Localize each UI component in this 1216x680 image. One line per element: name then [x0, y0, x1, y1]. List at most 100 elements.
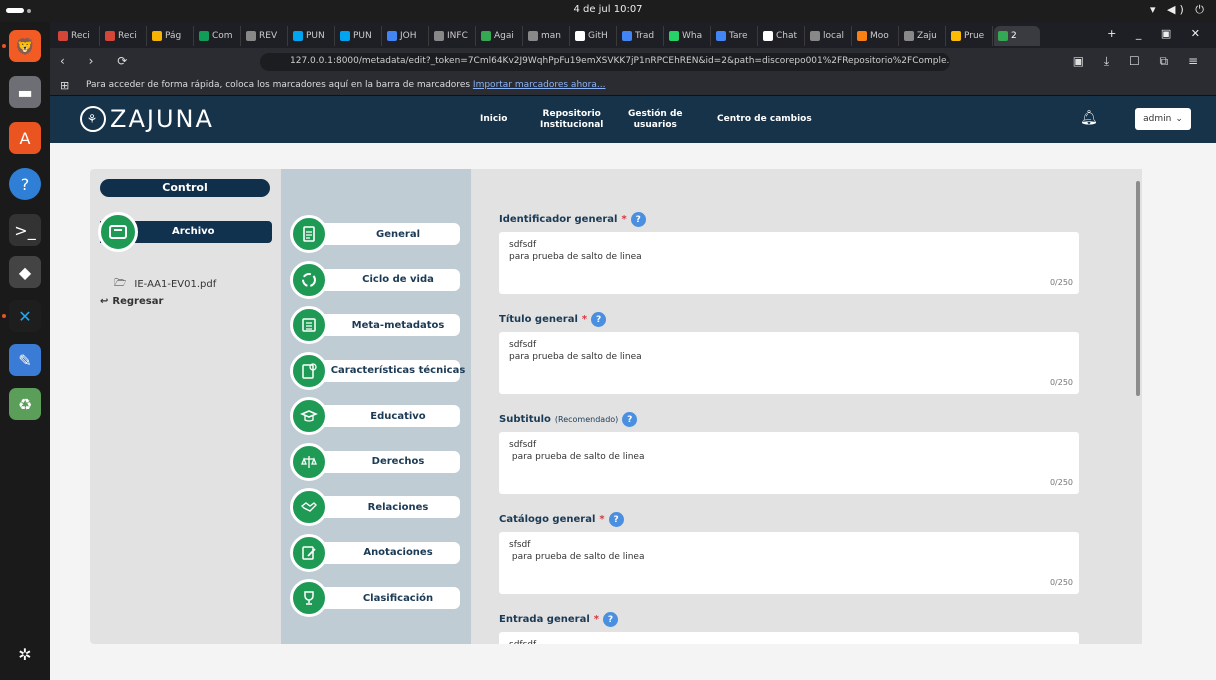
tab-favicon-icon	[904, 31, 914, 41]
field-label-text: Título general	[499, 314, 578, 325]
postman-icon[interactable]: ◆	[9, 256, 41, 288]
browser-tab[interactable]: 2	[994, 26, 1040, 46]
field-label: Entrada general *?	[499, 612, 618, 627]
category-label: Ciclo de vida	[320, 268, 460, 291]
tab-label: Moo	[870, 31, 889, 41]
nav-gestion-usuarios[interactable]: Gestión de usuarios	[628, 96, 683, 143]
tab-label: GitH	[588, 31, 608, 41]
bookmarks-hint: Para acceder de forma rápida, coloca los…	[86, 80, 471, 90]
help-icon[interactable]: ?	[630, 212, 646, 227]
tab-favicon-icon	[293, 31, 303, 41]
help-icon[interactable]: ?	[602, 612, 618, 627]
url-field[interactable]: 127.0.0.1:8000/metadata/edit?_token=7Cml…	[260, 53, 950, 71]
tab-favicon-icon	[387, 31, 397, 41]
browser-tab[interactable]: Agai	[477, 26, 523, 46]
browser-tab[interactable]: Zaju	[900, 26, 946, 46]
tab-label: INFC	[447, 31, 468, 41]
browser-tab[interactable]: Reci	[101, 26, 147, 46]
folder-open-icon: 🗁	[114, 278, 127, 289]
files-icon[interactable]: ▬	[9, 76, 41, 108]
required-marker: *	[593, 614, 599, 625]
tab-favicon-icon	[246, 31, 256, 41]
tab-label: Reci	[118, 31, 137, 41]
browser-tab[interactable]: Trad	[618, 26, 664, 46]
app-header: ⚘ ZAJUNA Inicio Repositorio Instituciona…	[50, 96, 1216, 143]
field-value-line: sdfsdf	[509, 340, 537, 350]
category-label: Anotaciones	[320, 541, 460, 564]
field-value-line: sdfsdf	[509, 240, 537, 250]
field-textarea[interactable]: sfsdf para prueba de salto de linea 0/250	[499, 532, 1079, 594]
nav-repositorio[interactable]: Repositorio Institucional	[540, 96, 603, 143]
browser-tab[interactable]: PUN	[289, 26, 335, 46]
help-icon[interactable]: ?	[608, 512, 624, 527]
tab-label: Agai	[494, 31, 514, 41]
zajuna-logo[interactable]: ⚘ ZAJUNA	[80, 105, 214, 133]
user-menu-button[interactable]: admin ⌄	[1135, 108, 1191, 130]
nav-repositorio-line1: Repositorio	[542, 108, 601, 119]
browser-tab[interactable]: man	[524, 26, 570, 46]
browser-tab[interactable]: PUN	[336, 26, 382, 46]
nav-buttons[interactable]: ‹ › ⟳	[60, 54, 137, 68]
field-textarea[interactable]: sdfsdf para prueba de salto de linea 0/250	[499, 332, 1079, 394]
trophy-icon	[290, 579, 328, 617]
field-label-text: Identificador general	[499, 214, 618, 225]
tab-label: REV	[259, 31, 278, 41]
browser-tab[interactable]: Chat	[759, 26, 805, 46]
field-textarea[interactable]: sdfsdf para prueba de salto de linea 0/25…	[499, 432, 1079, 494]
vscode-icon[interactable]: ✕	[9, 300, 41, 332]
required-marker: *	[581, 314, 588, 325]
browser-tab[interactable]: GitH	[571, 26, 617, 46]
category-label: Meta-metadatos	[320, 314, 460, 336]
trash-icon[interactable]: ♻	[9, 388, 41, 420]
browser-tab[interactable]: Tare	[712, 26, 758, 46]
import-bookmarks-link[interactable]: Importar marcadores ahora...	[473, 80, 606, 90]
browser-tab[interactable]: JOH	[383, 26, 429, 46]
browser-tab[interactable]: Reci	[54, 26, 100, 46]
browser-tab[interactable]: REV	[242, 26, 288, 46]
back-button[interactable]: ↩ Regresar	[100, 296, 163, 307]
dock: 🦁 ▬ A ? >_ ◆ ✕ ✎ ♻ ✲	[0, 22, 50, 680]
window-controls[interactable]: + _ ▣ ✕	[1107, 27, 1208, 40]
help-icon[interactable]: ?	[622, 412, 638, 427]
bell-icon[interactable]: 🔔︎	[1080, 110, 1098, 126]
show-apps-icon[interactable]: ✲	[9, 638, 41, 670]
system-tray[interactable]: ▾ ◀) ⏻	[1150, 3, 1208, 17]
browser-tab[interactable]: local	[806, 26, 852, 46]
form-scrollbar[interactable]	[1134, 169, 1142, 644]
file-item[interactable]: 🗁 IE-AA1-EV01.pdf	[114, 276, 216, 293]
tab-favicon-icon	[575, 31, 585, 41]
nav-centro-cambios[interactable]: Centro de cambios	[717, 96, 812, 143]
field-label: Catálogo general *?	[499, 512, 624, 527]
help-icon[interactable]: ?	[9, 168, 41, 200]
browser-tab[interactable]: Com	[195, 26, 241, 46]
browser-tab[interactable]: Prue	[947, 26, 993, 46]
system-clock[interactable]: 4 de jul 10:07	[0, 4, 1216, 15]
tab-label: Wha	[682, 31, 703, 41]
nav-inicio[interactable]: Inicio	[480, 96, 507, 143]
bookmarks-bar: ⊞ Para acceder de forma rápida, coloca l…	[50, 76, 1216, 96]
help-icon[interactable]: ?	[591, 312, 607, 327]
logo-mark-icon: ⚘	[80, 106, 106, 132]
software-center-icon[interactable]: A	[9, 122, 41, 154]
browser-tab[interactable]: Wha	[665, 26, 711, 46]
field-value-line: para prueba de salto de linea	[509, 452, 645, 462]
browser-tab[interactable]: Pág	[148, 26, 194, 46]
tab-label: Trad	[635, 31, 655, 41]
browser-toolbar-icons[interactable]: ▣ ⤓ ☐ ⧉ ≡	[1073, 54, 1206, 69]
terminal-icon[interactable]: >_	[9, 214, 41, 246]
apps-grid-icon[interactable]: ⊞	[60, 79, 69, 92]
tab-label: 2	[1011, 31, 1017, 41]
chevron-down-icon: ⌄	[1175, 114, 1183, 124]
browser-tab[interactable]: Moo	[853, 26, 899, 46]
logo-text: ZAJUNA	[110, 105, 214, 133]
tab-favicon-icon	[763, 31, 773, 41]
field-textarea[interactable]: sdfsdf para prueba de salto de linea	[499, 632, 1079, 644]
brave-browser-icon[interactable]: 🦁	[9, 30, 41, 62]
browser-tab[interactable]: INFC	[430, 26, 476, 46]
scrollbar-thumb[interactable]	[1136, 181, 1140, 396]
text-editor-icon[interactable]: ✎	[9, 344, 41, 376]
category-label: Derechos	[320, 450, 460, 473]
tab-favicon-icon	[58, 31, 68, 41]
field-textarea[interactable]: sdfsdf para prueba de salto de linea 0/250	[499, 232, 1079, 294]
field-value-line: para prueba de salto de linea	[509, 252, 642, 262]
